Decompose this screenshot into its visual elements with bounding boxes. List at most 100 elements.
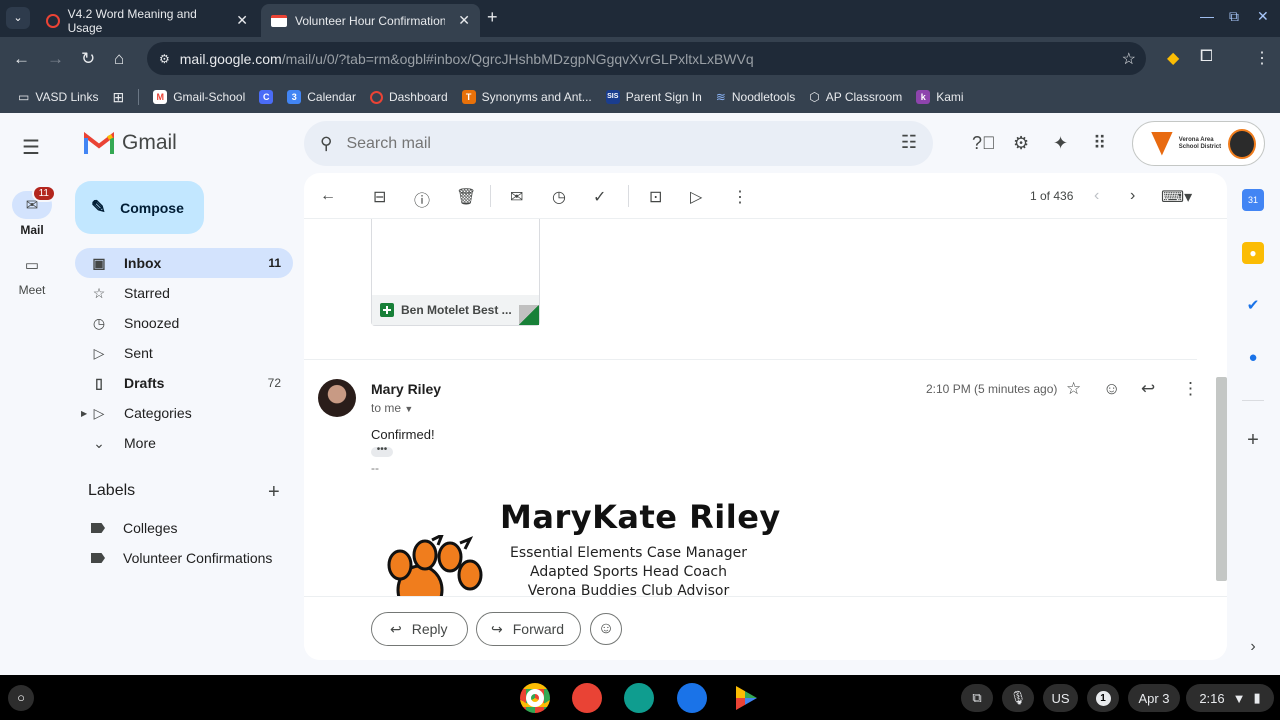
close-tab-icon[interactable]: ✕ (458, 12, 470, 29)
launcher-button[interactable]: ○ (8, 685, 34, 711)
message-scrollbar[interactable] (1216, 377, 1227, 581)
nav-more[interactable]: ⌄ More (75, 428, 293, 458)
report-spam-icon[interactable]: ⓘ (414, 187, 430, 211)
browser-tab-1[interactable]: V4.2 Word Meaning and Usage ✕ (36, 4, 258, 37)
forward-icon[interactable]: → (47, 49, 64, 69)
sender-name[interactable]: Mary Riley (371, 381, 441, 397)
minimize-icon[interactable]: — (1200, 8, 1214, 24)
camera-app-icon[interactable] (677, 683, 707, 713)
microphone-icon[interactable]: 🎙 (1002, 684, 1034, 712)
tab-search-button[interactable]: ⌄ (6, 7, 30, 29)
close-tab-icon[interactable]: ✕ (236, 12, 248, 29)
get-addons-icon[interactable]: + (1242, 429, 1264, 451)
sender-avatar[interactable] (318, 379, 356, 417)
chrome-menu-icon[interactable]: ⋮ (1254, 48, 1270, 68)
recipient-line[interactable]: to me ▼ (371, 401, 413, 415)
nav-inbox[interactable]: ▣ Inbox 11 (75, 248, 293, 278)
paint-app-icon[interactable] (572, 683, 602, 713)
nav-sent[interactable]: ▷ Sent (75, 338, 293, 368)
more-options-icon[interactable]: ⋮ (732, 187, 748, 207)
add-task-icon[interactable]: ✓ (593, 187, 606, 207)
bookmark-noodletools[interactable]: ≋ Noodletools (716, 90, 795, 104)
notification-button[interactable]: 1 (1087, 684, 1119, 712)
nav-drafts[interactable]: ▯ Drafts 72 (75, 368, 293, 398)
keyboard-input-icon[interactable]: ⌨▾ (1161, 187, 1192, 207)
calendar-icon[interactable]: 31 (1242, 189, 1264, 211)
date-tray[interactable]: Apr 3 (1128, 684, 1180, 712)
search-bar[interactable]: ⚲ ☷ (304, 121, 933, 166)
bookmark-gmail-school[interactable]: M Gmail-School (153, 90, 245, 104)
bookmark-ap-classroom[interactable]: ⬡ AP Classroom (809, 90, 902, 104)
chrome-app-icon[interactable] (520, 683, 550, 713)
status-tray[interactable]: 2:16 ▼ ▮ (1186, 684, 1274, 712)
forward-button[interactable]: ↪ Forward (476, 612, 581, 646)
compose-button[interactable]: ✎ Compose (75, 181, 204, 234)
label-colleges[interactable]: Colleges (91, 520, 177, 536)
emoji-reaction-button[interactable]: ☺ (590, 613, 622, 645)
site-settings-icon[interactable]: ⚙ (159, 52, 170, 66)
gemini-sparkle-icon[interactable]: ✦ (1053, 133, 1068, 154)
show-trimmed-content-button[interactable]: ••• (371, 445, 393, 457)
bookmark-dashboard[interactable]: Dashboard (369, 90, 448, 104)
bookmark-star-icon[interactable]: ☆ (1122, 49, 1136, 69)
label-icon[interactable]: ▷ (690, 187, 702, 207)
move-to-folder-icon[interactable]: ⊡ (649, 187, 662, 207)
input-method-button[interactable]: US (1043, 684, 1078, 712)
reply-icon[interactable]: ↩ (1141, 379, 1155, 399)
bookmark-c[interactable]: C (259, 90, 274, 104)
star-message-icon[interactable]: ☆ (1066, 379, 1081, 399)
expand-caret-icon[interactable]: ▶ (81, 409, 87, 418)
bookmark-calendar[interactable]: 3 Calendar (287, 90, 356, 104)
keep-icon[interactable]: ● (1242, 242, 1264, 264)
classroom-app-icon[interactable] (624, 683, 654, 713)
restore-icon[interactable]: ⧉ (1229, 8, 1239, 25)
address-bar[interactable]: ⚙ mail.google.com /mail/u/0/?tab=rm&ogbl… (147, 42, 1146, 75)
new-tab-button[interactable]: + (487, 7, 498, 28)
extensions-puzzle-icon[interactable]: ⧠ (1200, 48, 1213, 66)
bookmark-kami[interactable]: k Kami (916, 90, 964, 104)
attachment-card[interactable]: Ben Motelet Best ... (371, 219, 540, 326)
snooze-clock-icon[interactable]: ◷ (552, 187, 566, 207)
message-more-icon[interactable]: ⋮ (1182, 379, 1199, 399)
apps-grid-icon[interactable]: ⊞ (112, 89, 124, 106)
add-label-icon[interactable]: + (268, 481, 280, 504)
search-icon[interactable]: ⚲ (320, 134, 332, 154)
archive-icon[interactable]: ⊟ (373, 187, 386, 207)
rail-meet[interactable]: ▭ Meet (0, 251, 64, 297)
reload-icon[interactable]: ↻ (81, 49, 95, 69)
settings-gear-icon[interactable]: ⚙ (1013, 133, 1029, 154)
older-chevron-icon[interactable]: › (1130, 187, 1135, 205)
nav-snoozed[interactable]: ◷ Snoozed (75, 308, 293, 338)
home-icon[interactable]: ⌂ (114, 49, 124, 69)
bookmark-vasd-links[interactable]: ▭ VASD Links (18, 90, 98, 104)
account-switcher[interactable]: Verona Area School District (1132, 121, 1265, 166)
bookmark-parent-sign-in[interactable]: SIS Parent Sign In (605, 90, 702, 104)
delete-icon[interactable]: 🗑 (456, 187, 476, 207)
rail-mail[interactable]: ✉ 11 Mail (0, 185, 64, 237)
nav-categories[interactable]: ▶ ▷ Categories (75, 398, 293, 428)
browser-tab-2[interactable]: Volunteer Hour Confirmation - ✕ (261, 4, 480, 37)
tasks-icon[interactable]: ✔ (1242, 295, 1264, 317)
mark-unread-icon[interactable]: ✉ (510, 187, 523, 207)
play-store-app-icon[interactable] (736, 686, 757, 710)
main-menu-icon[interactable]: ☰ (22, 135, 40, 160)
back-to-inbox-icon[interactable]: ← (320, 187, 336, 205)
nav-starred[interactable]: ☆ Starred (75, 278, 293, 308)
emoji-react-icon[interactable]: ☺ (1103, 379, 1120, 399)
search-options-icon[interactable]: ☷ (901, 132, 917, 153)
extension-icon[interactable]: ◆ (1167, 48, 1179, 68)
reply-button[interactable]: ↩ Reply (371, 612, 468, 646)
os-shelf: ○ ⧉ 🎙 US 1 Apr 3 2:16 ▼ ▮ (0, 675, 1280, 720)
close-window-icon[interactable]: ✕ (1257, 8, 1269, 25)
search-input[interactable] (346, 134, 847, 153)
screen-capture-icon[interactable]: ⧉ (961, 684, 993, 712)
expand-side-panel-icon[interactable]: › (1242, 636, 1264, 658)
gmail-logo[interactable]: Gmail (84, 131, 177, 155)
contacts-icon[interactable]: ● (1242, 347, 1264, 369)
label-volunteer-confirmations[interactable]: Volunteer Confirmations (91, 550, 272, 566)
help-icon[interactable]: ?⃝ (972, 133, 996, 154)
newer-chevron-icon[interactable]: ‹ (1094, 187, 1099, 205)
bookmark-synonyms[interactable]: T Synonyms and Ant... (461, 90, 592, 104)
google-apps-icon[interactable]: ⠿ (1093, 133, 1106, 154)
back-icon[interactable]: ← (13, 49, 30, 69)
